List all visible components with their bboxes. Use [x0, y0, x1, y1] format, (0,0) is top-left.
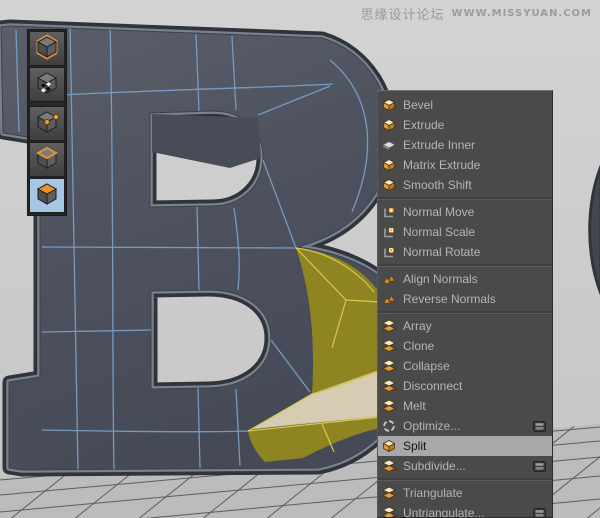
clone-icon: [382, 339, 396, 353]
triangulate-icon: [382, 486, 396, 500]
mode-toolbar: [27, 29, 67, 216]
collapse-icon: [382, 359, 396, 373]
extrude-icon: [382, 118, 396, 132]
reverse-normals-icon: [382, 292, 396, 306]
texture-mode-button[interactable]: [29, 67, 65, 102]
menu-item-untriangulate[interactable]: Untriangulate...: [378, 503, 552, 518]
menu-item-label: Subdivide...: [403, 459, 526, 473]
menu-separator: [378, 264, 552, 267]
split-icon: [382, 439, 396, 453]
optimize-icon: [382, 419, 396, 433]
menu-separator: [378, 478, 552, 481]
disconnect-icon: [382, 379, 396, 393]
menu-item-extrude-inner[interactable]: Extrude Inner: [378, 135, 552, 155]
menu-item-label: Array: [403, 319, 546, 333]
model-mode-button[interactable]: [29, 31, 65, 66]
normal-scale-icon: [382, 225, 396, 239]
menu-item-label: Split: [403, 439, 546, 453]
menu-item-label: Triangulate: [403, 486, 546, 500]
untriangulate-icon: [382, 506, 396, 518]
menu-item-split[interactable]: Split: [378, 436, 552, 456]
polygon-context-menu: Bevel Extrude Extrude Inner Matrix Extru…: [377, 90, 553, 518]
menu-item-label: Extrude Inner: [403, 138, 546, 152]
menu-item-label: Extrude: [403, 118, 546, 132]
options-window-icon[interactable]: [533, 461, 546, 472]
menu-item-label: Reverse Normals: [403, 292, 546, 306]
menu-item-clone[interactable]: Clone: [378, 336, 552, 356]
menu-item-reverse-normals[interactable]: Reverse Normals: [378, 289, 552, 309]
menu-item-collapse[interactable]: Collapse: [378, 356, 552, 376]
polygons-mode-button[interactable]: [29, 178, 65, 213]
menu-item-label: Collapse: [403, 359, 546, 373]
options-window-icon[interactable]: [533, 508, 546, 518]
menu-item-subdivide[interactable]: Subdivide...: [378, 456, 552, 476]
align-normals-icon: [382, 272, 396, 286]
menu-item-label: Bevel: [403, 98, 546, 112]
menu-separator: [378, 311, 552, 314]
menu-item-label: Clone: [403, 339, 546, 353]
points-mode-button[interactable]: [29, 106, 65, 141]
menu-item-label: Disconnect: [403, 379, 546, 393]
menu-item-disconnect[interactable]: Disconnect: [378, 376, 552, 396]
menu-item-optimize[interactable]: Optimize...: [378, 416, 552, 436]
smooth-shift-icon: [382, 178, 396, 192]
watermark-site-name: 思缘设计论坛: [361, 4, 445, 23]
extrude-inner-icon: [382, 138, 396, 152]
watermark-site-url: WWW.MISSYUAN.COM: [452, 8, 592, 19]
watermark: 思缘设计论坛 WWW.MISSYUAN.COM: [361, 4, 592, 23]
menu-item-melt[interactable]: Melt: [378, 396, 552, 416]
menu-item-array[interactable]: Array: [378, 316, 552, 336]
cube-polygons-icon: [34, 180, 60, 212]
menu-item-normal-scale[interactable]: Normal Scale: [378, 222, 552, 242]
cube-checker-icon: [34, 69, 60, 101]
menu-item-bevel[interactable]: Bevel: [378, 95, 552, 115]
menu-item-align-normals[interactable]: Align Normals: [378, 269, 552, 289]
cube-edges-icon: [34, 144, 60, 176]
bevel-icon: [382, 98, 396, 112]
normal-move-icon: [382, 205, 396, 219]
cube-points-icon: [34, 108, 60, 140]
array-icon: [382, 319, 396, 333]
menu-item-label: Align Normals: [403, 272, 546, 286]
menu-item-label: Matrix Extrude: [403, 158, 546, 172]
menu-item-matrix-extrude[interactable]: Matrix Extrude: [378, 155, 552, 175]
menu-item-normal-rotate[interactable]: Normal Rotate: [378, 242, 552, 262]
menu-item-triangulate[interactable]: Triangulate: [378, 483, 552, 503]
menu-item-smooth-shift[interactable]: Smooth Shift: [378, 175, 552, 195]
menu-separator: [378, 197, 552, 200]
subdivide-icon: [382, 459, 396, 473]
edges-mode-button[interactable]: [29, 142, 65, 177]
menu-item-label: Normal Rotate: [403, 245, 546, 259]
options-window-icon[interactable]: [533, 421, 546, 432]
normal-rotate-icon: [382, 245, 396, 259]
melt-icon: [382, 399, 396, 413]
menu-item-label: Untriangulate...: [403, 506, 526, 518]
matrix-extrude-icon: [382, 158, 396, 172]
menu-item-label: Smooth Shift: [403, 178, 546, 192]
menu-item-normal-move[interactable]: Normal Move: [378, 202, 552, 222]
menu-item-label: Melt: [403, 399, 546, 413]
menu-item-label: Optimize...: [403, 419, 526, 433]
menu-item-label: Normal Move: [403, 205, 546, 219]
menu-item-extrude[interactable]: Extrude: [378, 115, 552, 135]
menu-item-label: Normal Scale: [403, 225, 546, 239]
cube-outline-icon: [34, 33, 60, 65]
